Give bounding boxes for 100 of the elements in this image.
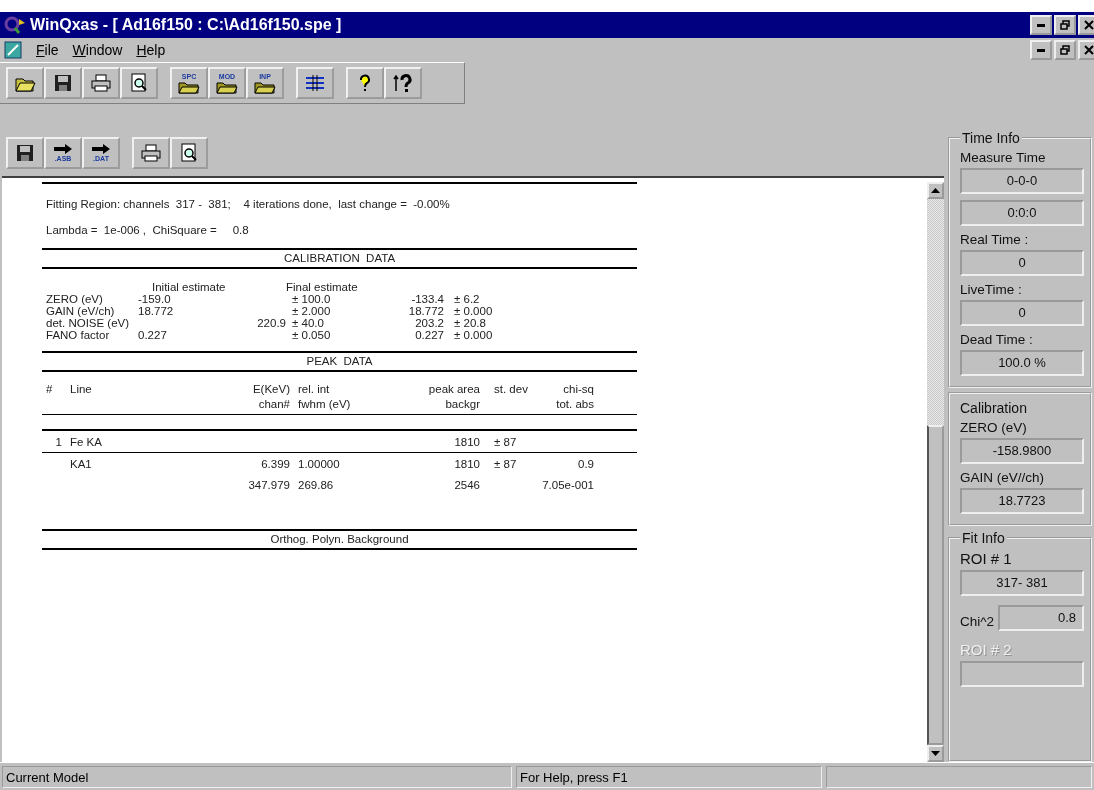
- arrow-icon: [91, 143, 111, 154]
- field-label: Measure Time: [960, 150, 1047, 165]
- section-heading: PEAK DATA: [305, 354, 374, 369]
- restore-button[interactable]: [1054, 15, 1076, 35]
- grid-lines-icon: [304, 73, 326, 93]
- readout-field: 0: [960, 250, 1084, 276]
- readout-field: 18.7723: [960, 488, 1084, 514]
- column-header: st. dev: [493, 382, 529, 397]
- print-button[interactable]: [132, 137, 170, 169]
- table-cell-text: ± 6.2: [453, 293, 481, 305]
- print-preview-button[interactable]: [170, 137, 208, 169]
- table-cell-text: 1.00000: [297, 457, 341, 472]
- field-label: GAIN (eV//ch): [960, 470, 1046, 485]
- table-cell-text: ± 20.8: [453, 317, 487, 329]
- column-header: #: [46, 382, 54, 397]
- minimize-button[interactable]: [1030, 40, 1052, 60]
- up-arrow-icon: [931, 188, 940, 193]
- question-mark-icon: [357, 73, 373, 93]
- readout-field: 0: [960, 300, 1084, 326]
- column-header: peak area backgr: [427, 382, 480, 412]
- grid-button[interactable]: [296, 67, 334, 99]
- table-cell-text: 2546: [453, 478, 480, 493]
- menu-item[interactable]: Help: [136, 42, 166, 58]
- folder-icon: [216, 81, 238, 94]
- table-cell-text: ± 87: [493, 457, 518, 472]
- readout-field: 317- 381: [960, 570, 1084, 596]
- field-label: Real Time :: [960, 232, 1030, 247]
- arrow-icon: [53, 143, 73, 154]
- minimize-icon: [1037, 23, 1045, 27]
- table-cell-text: ± 87: [493, 435, 518, 450]
- table-cell-text: ± 0.050: [291, 329, 332, 341]
- table-cell-text: KA1: [70, 457, 93, 472]
- window-title: WinQxas - [ Ad16f150 : C:\Ad16f150.spe ]: [30, 16, 342, 34]
- printer-icon: [90, 73, 112, 93]
- menu-item[interactable]: File: [36, 42, 59, 58]
- vertical-scrollbar[interactable]: [927, 182, 944, 762]
- field-label: ROI # 1: [960, 550, 1013, 567]
- table-cell-text: det. NOISE (eV): [46, 317, 131, 329]
- readout-field: -158.9800: [960, 438, 1084, 464]
- table-cell-text: GAIN (eV/ch): [46, 305, 116, 317]
- open-folder-button[interactable]: [6, 67, 44, 99]
- table-cell-text: 0.227: [138, 329, 168, 341]
- table-cell-text: ZERO (eV): [46, 293, 104, 305]
- table-cell-text: 18.772: [138, 305, 175, 317]
- page-magnifier-icon: [129, 73, 149, 93]
- table-cell-text: Fe KA: [70, 435, 103, 450]
- restore-button[interactable]: [1054, 40, 1076, 60]
- close-button[interactable]: [1078, 15, 1094, 35]
- table-cell-text: 7.05e-001: [541, 478, 594, 493]
- minimize-icon: [1037, 48, 1045, 52]
- column-header: Line: [70, 382, 93, 397]
- field-label: ZERO (eV): [960, 420, 1028, 435]
- document-icon: [4, 41, 22, 59]
- table-cell-text: ± 40.0: [291, 317, 325, 329]
- context-help-button[interactable]: [384, 67, 422, 99]
- column-header: Final estimate: [286, 281, 359, 293]
- app-logo-icon: [4, 15, 26, 35]
- close-icon: [1084, 20, 1094, 30]
- print-button[interactable]: [82, 67, 120, 99]
- status-text: Current Model: [2, 765, 512, 788]
- close-button[interactable]: [1078, 40, 1094, 60]
- column-header: Initial estimate: [151, 281, 227, 293]
- column-header: chi-sq tot. abs: [555, 382, 594, 412]
- table-cell-text: ± 0.000: [453, 305, 494, 317]
- table-cell-text: 1810: [453, 457, 480, 472]
- section-heading: CALIBRATION DATA: [282, 251, 397, 266]
- table-cell-text: -133.4: [410, 293, 444, 305]
- table-cell-text: 0.9: [577, 457, 594, 472]
- field-label: LiveTime :: [960, 282, 1023, 297]
- print-preview-button[interactable]: [120, 67, 158, 99]
- close-icon: [1084, 45, 1094, 55]
- table-cell-text: 1810: [453, 435, 480, 450]
- status-text: For Help, press F1: [516, 765, 822, 788]
- page-magnifier-icon: [179, 143, 199, 163]
- table-cell-text: -159.0: [138, 293, 172, 305]
- table-cell-text: FANO factor: [46, 329, 111, 341]
- table-cell-text: 1: [54, 435, 63, 450]
- restore-icon: [1060, 20, 1070, 30]
- column-header: E(KeV) chan#: [251, 382, 290, 412]
- field-label: Dead Time :: [960, 332, 1034, 347]
- folder-icon: [254, 81, 276, 94]
- table-cell-text: 269.86: [297, 478, 335, 493]
- help-button[interactable]: [346, 67, 384, 99]
- table-cell-text: ± 2.000: [291, 305, 332, 317]
- folder-icon: [178, 81, 200, 94]
- menu-item[interactable]: Window: [72, 42, 123, 58]
- table-cell-text: 18.772: [407, 305, 444, 317]
- group-title: Calibration: [960, 400, 1028, 416]
- table-cell-text: ± 0.000: [453, 329, 494, 341]
- printer-icon: [140, 143, 162, 163]
- readout-field: 0-0-0: [960, 168, 1084, 194]
- group-title: Time Info: [961, 130, 1021, 146]
- readout-field: 100.0 %: [960, 350, 1084, 376]
- save-button[interactable]: [44, 67, 82, 99]
- table-cell-text: ± 100.0: [291, 293, 332, 305]
- minimize-button[interactable]: [1030, 15, 1052, 35]
- table-cell-text: 6.399: [260, 457, 290, 472]
- lambda-summary: Lambda = 1e-006 , ChiSquare = 0.8: [46, 224, 250, 236]
- save-button[interactable]: [6, 137, 44, 169]
- field-label: Chi^2: [960, 614, 995, 629]
